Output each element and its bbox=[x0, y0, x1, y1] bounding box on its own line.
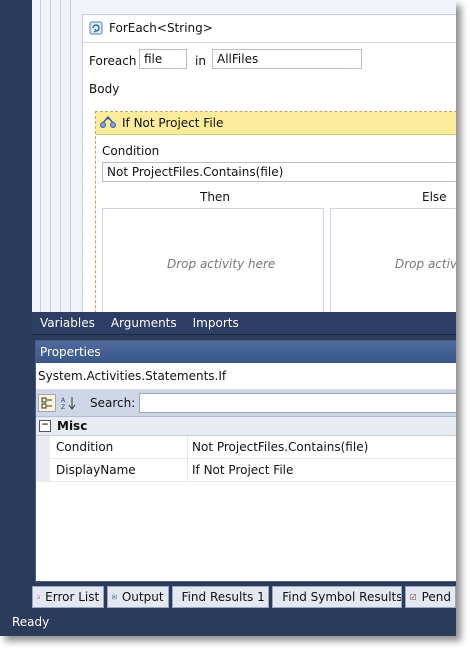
tab-variables[interactable]: Variables bbox=[32, 316, 103, 330]
output-icon bbox=[112, 594, 117, 600]
tab-label: Pend bbox=[421, 590, 451, 604]
status-text: Ready bbox=[12, 615, 50, 629]
categorized-icon bbox=[41, 397, 52, 409]
foreach-icon bbox=[89, 21, 103, 35]
property-value[interactable]: If Not Project File bbox=[188, 459, 456, 481]
if-header[interactable]: If Not Project File bbox=[96, 112, 456, 135]
lower-dock: Variables Arguments Imports Properties S… bbox=[32, 312, 456, 636]
category-label: Misc bbox=[57, 419, 88, 433]
status-bar: Ready bbox=[0, 608, 456, 636]
properties-toolbar: A Z Search: bbox=[36, 390, 456, 417]
properties-object-type[interactable]: System.Activities.Statements.If bbox=[36, 363, 456, 390]
pending-icon bbox=[410, 594, 417, 600]
row-gutter bbox=[36, 436, 50, 458]
else-drop-zone[interactable]: Drop activity here bbox=[330, 208, 456, 312]
property-row-condition[interactable]: Condition Not ProjectFiles.Contains(file… bbox=[36, 436, 456, 459]
tab-label: Output bbox=[121, 590, 164, 604]
then-drop-text: Drop activity here bbox=[167, 257, 276, 271]
tab-label: Find Results 1 bbox=[181, 590, 265, 604]
foreach-title: ForEach<String> bbox=[109, 21, 213, 35]
foreach-collection-field[interactable]: AllFiles bbox=[212, 49, 362, 69]
tab-find-symbol-results[interactable]: Find Symbol Results bbox=[272, 586, 403, 608]
property-name: Condition bbox=[50, 436, 188, 458]
search-label: Search: bbox=[90, 396, 136, 410]
condition-field[interactable]: Not ProjectFiles.Contains(file) bbox=[102, 162, 456, 182]
tab-pending[interactable]: Pend bbox=[405, 586, 456, 608]
tab-label: Error List bbox=[45, 590, 100, 604]
then-drop-zone[interactable]: Drop activity here bbox=[102, 208, 324, 312]
tab-output[interactable]: Output bbox=[107, 586, 169, 608]
property-row-displayname[interactable]: DisplayName If Not Project File bbox=[36, 459, 456, 482]
row-gutter bbox=[36, 459, 50, 481]
foreach-divider bbox=[83, 42, 456, 43]
svg-text:A: A bbox=[61, 397, 66, 404]
tab-imports[interactable]: Imports bbox=[185, 316, 247, 330]
error-list-icon bbox=[37, 595, 40, 599]
then-label: Then bbox=[200, 190, 230, 204]
tab-find-results[interactable]: Find Results 1 bbox=[171, 586, 270, 608]
if-icon bbox=[100, 116, 116, 128]
tab-label: Find Symbol Results bbox=[282, 590, 403, 604]
foreach-item-field[interactable]: file bbox=[139, 49, 187, 69]
collapse-icon[interactable]: − bbox=[39, 420, 51, 432]
properties-title: Properties bbox=[36, 341, 456, 363]
categorized-button[interactable] bbox=[38, 394, 56, 412]
foreach-header[interactable]: ForEach<String> bbox=[89, 19, 213, 37]
property-grid: − Misc Condition Not ProjectFiles.Contai… bbox=[36, 417, 456, 482]
body-label: Body bbox=[89, 82, 120, 96]
else-label: Else bbox=[422, 190, 447, 204]
else-drop-text: Drop activity here bbox=[395, 257, 456, 271]
app-window: ForEach<String> Foreach file in AllFiles… bbox=[0, 0, 456, 636]
designer-tab-bar: Variables Arguments Imports bbox=[32, 312, 456, 335]
foreach-activity[interactable]: ForEach<String> Foreach file in AllFiles… bbox=[82, 14, 456, 312]
alphabetical-icon: A Z bbox=[61, 397, 76, 410]
tab-error-list[interactable]: Error List bbox=[32, 586, 105, 608]
foreach-label: Foreach bbox=[89, 54, 137, 68]
designer-guide-line bbox=[40, 0, 41, 312]
properties-panel: Properties System.Activities.Statements.… bbox=[35, 340, 456, 582]
in-label: in bbox=[195, 54, 206, 68]
tab-arguments[interactable]: Arguments bbox=[103, 316, 185, 330]
if-activity[interactable]: If Not Project File Condition Not Projec… bbox=[95, 111, 456, 312]
property-name: DisplayName bbox=[50, 459, 188, 481]
workflow-designer[interactable]: ForEach<String> Foreach file in AllFiles… bbox=[32, 0, 456, 312]
property-value[interactable]: Not ProjectFiles.Contains(file) bbox=[188, 436, 456, 458]
alphabetical-button[interactable]: A Z bbox=[60, 394, 78, 412]
designer-guide-line bbox=[70, 0, 71, 312]
tool-window-tabs: Error List Output Find Results 1 Find Sy… bbox=[32, 586, 456, 608]
properties-search-input[interactable] bbox=[139, 393, 456, 413]
svg-text:Z: Z bbox=[61, 404, 65, 410]
designer-guide-line bbox=[60, 0, 61, 312]
if-title: If Not Project File bbox=[122, 116, 224, 130]
condition-label: Condition bbox=[102, 144, 160, 158]
designer-guide-line bbox=[50, 0, 51, 312]
category-row[interactable]: − Misc bbox=[36, 417, 456, 436]
